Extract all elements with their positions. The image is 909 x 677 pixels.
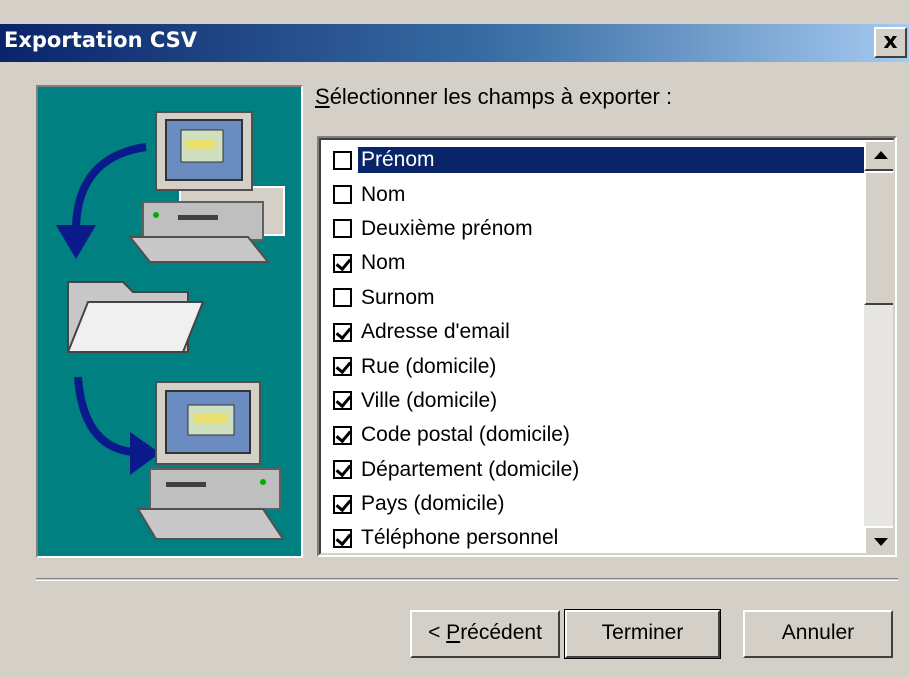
field-label: Deuxième prénom bbox=[361, 216, 533, 240]
separator bbox=[36, 578, 898, 581]
field-label: Surnom bbox=[361, 285, 435, 309]
fields-label-mnemonic: S bbox=[315, 84, 330, 109]
export-csv-dialog: Exportation CSV x Sélectionner les champ… bbox=[0, 0, 909, 677]
fields-label: Sélectionner les champs à exporter : bbox=[315, 84, 672, 110]
cancel-button[interactable]: Annuler bbox=[743, 610, 893, 658]
field-checkbox[interactable] bbox=[333, 150, 352, 170]
field-label: Pays (domicile) bbox=[361, 492, 505, 516]
title-bar[interactable]: Exportation CSV x bbox=[0, 24, 909, 62]
field-item[interactable]: Nom bbox=[321, 177, 866, 211]
field-item[interactable]: Département (domicile) bbox=[321, 453, 866, 487]
field-item[interactable]: Code postal (domicile) bbox=[321, 418, 866, 452]
field-checkbox[interactable] bbox=[333, 425, 352, 445]
field-item[interactable]: Adresse d'email bbox=[321, 315, 866, 349]
field-item[interactable]: Ville (domicile) bbox=[321, 384, 866, 418]
field-checkbox[interactable] bbox=[333, 253, 352, 273]
scroll-down-button[interactable] bbox=[864, 526, 893, 553]
field-item[interactable]: Prénom bbox=[321, 143, 866, 177]
field-checkbox[interactable] bbox=[333, 391, 352, 411]
field-item[interactable]: Nom bbox=[321, 246, 866, 280]
field-label: Département (domicile) bbox=[361, 457, 580, 481]
fields-label-text: électionner les champs à exporter : bbox=[329, 84, 673, 109]
field-label: Ville (domicile) bbox=[361, 388, 498, 412]
field-item[interactable]: Surnom bbox=[321, 281, 866, 315]
field-checkbox[interactable] bbox=[333, 494, 352, 514]
field-item[interactable]: Rue (domicile) bbox=[321, 349, 866, 383]
field-checkbox[interactable] bbox=[333, 357, 352, 377]
finish-button[interactable]: Terminer bbox=[564, 609, 721, 659]
export-illustration-svg bbox=[56, 111, 285, 540]
field-label: Rue (domicile) bbox=[361, 354, 497, 378]
field-label: Téléphone personnel bbox=[361, 526, 559, 550]
window-title: Exportation CSV bbox=[4, 28, 198, 52]
arrow-curve-icon bbox=[74, 376, 160, 475]
fields-listbox[interactable]: Prénom Nom Deuxième prénom Nom Surnom Adresse… bbox=[317, 136, 897, 557]
field-checkbox[interactable] bbox=[333, 322, 352, 342]
computer-source-icon bbox=[127, 111, 285, 263]
field-label: Prénom bbox=[358, 147, 866, 174]
fields-list: Prénom Nom Deuxième prénom Nom Surnom Adresse… bbox=[321, 143, 866, 553]
field-checkbox[interactable] bbox=[333, 219, 352, 239]
vertical-scrollbar[interactable] bbox=[864, 140, 893, 553]
wizard-illustration bbox=[36, 85, 303, 558]
field-label: Nom bbox=[361, 251, 406, 275]
field-checkbox[interactable] bbox=[333, 528, 352, 548]
computer-destination-icon bbox=[136, 381, 285, 540]
folder-icon bbox=[66, 281, 205, 353]
scroll-thumb[interactable] bbox=[864, 171, 893, 305]
close-button[interactable]: x bbox=[874, 27, 907, 58]
previous-mnemonic: P bbox=[446, 621, 461, 644]
field-label: Nom bbox=[361, 182, 406, 206]
field-label: Code postal (domicile) bbox=[361, 423, 570, 447]
previous-label: récédent bbox=[460, 621, 542, 644]
arrow-down-small-icon bbox=[874, 538, 888, 546]
field-label: Adresse d'email bbox=[361, 320, 510, 344]
arrow-down-icon bbox=[56, 143, 147, 259]
field-item[interactable]: Pays (domicile) bbox=[321, 487, 866, 521]
field-item[interactable]: Téléphone personnel bbox=[321, 521, 866, 553]
field-checkbox[interactable] bbox=[333, 288, 352, 308]
field-checkbox[interactable] bbox=[333, 460, 352, 480]
field-checkbox[interactable] bbox=[333, 185, 352, 205]
field-item[interactable]: Deuxième prénom bbox=[321, 212, 866, 246]
previous-button[interactable]: < Précédent bbox=[410, 610, 560, 658]
arrow-up-icon bbox=[874, 151, 888, 159]
previous-prefix: < bbox=[428, 621, 447, 644]
scroll-up-button[interactable] bbox=[864, 140, 893, 171]
